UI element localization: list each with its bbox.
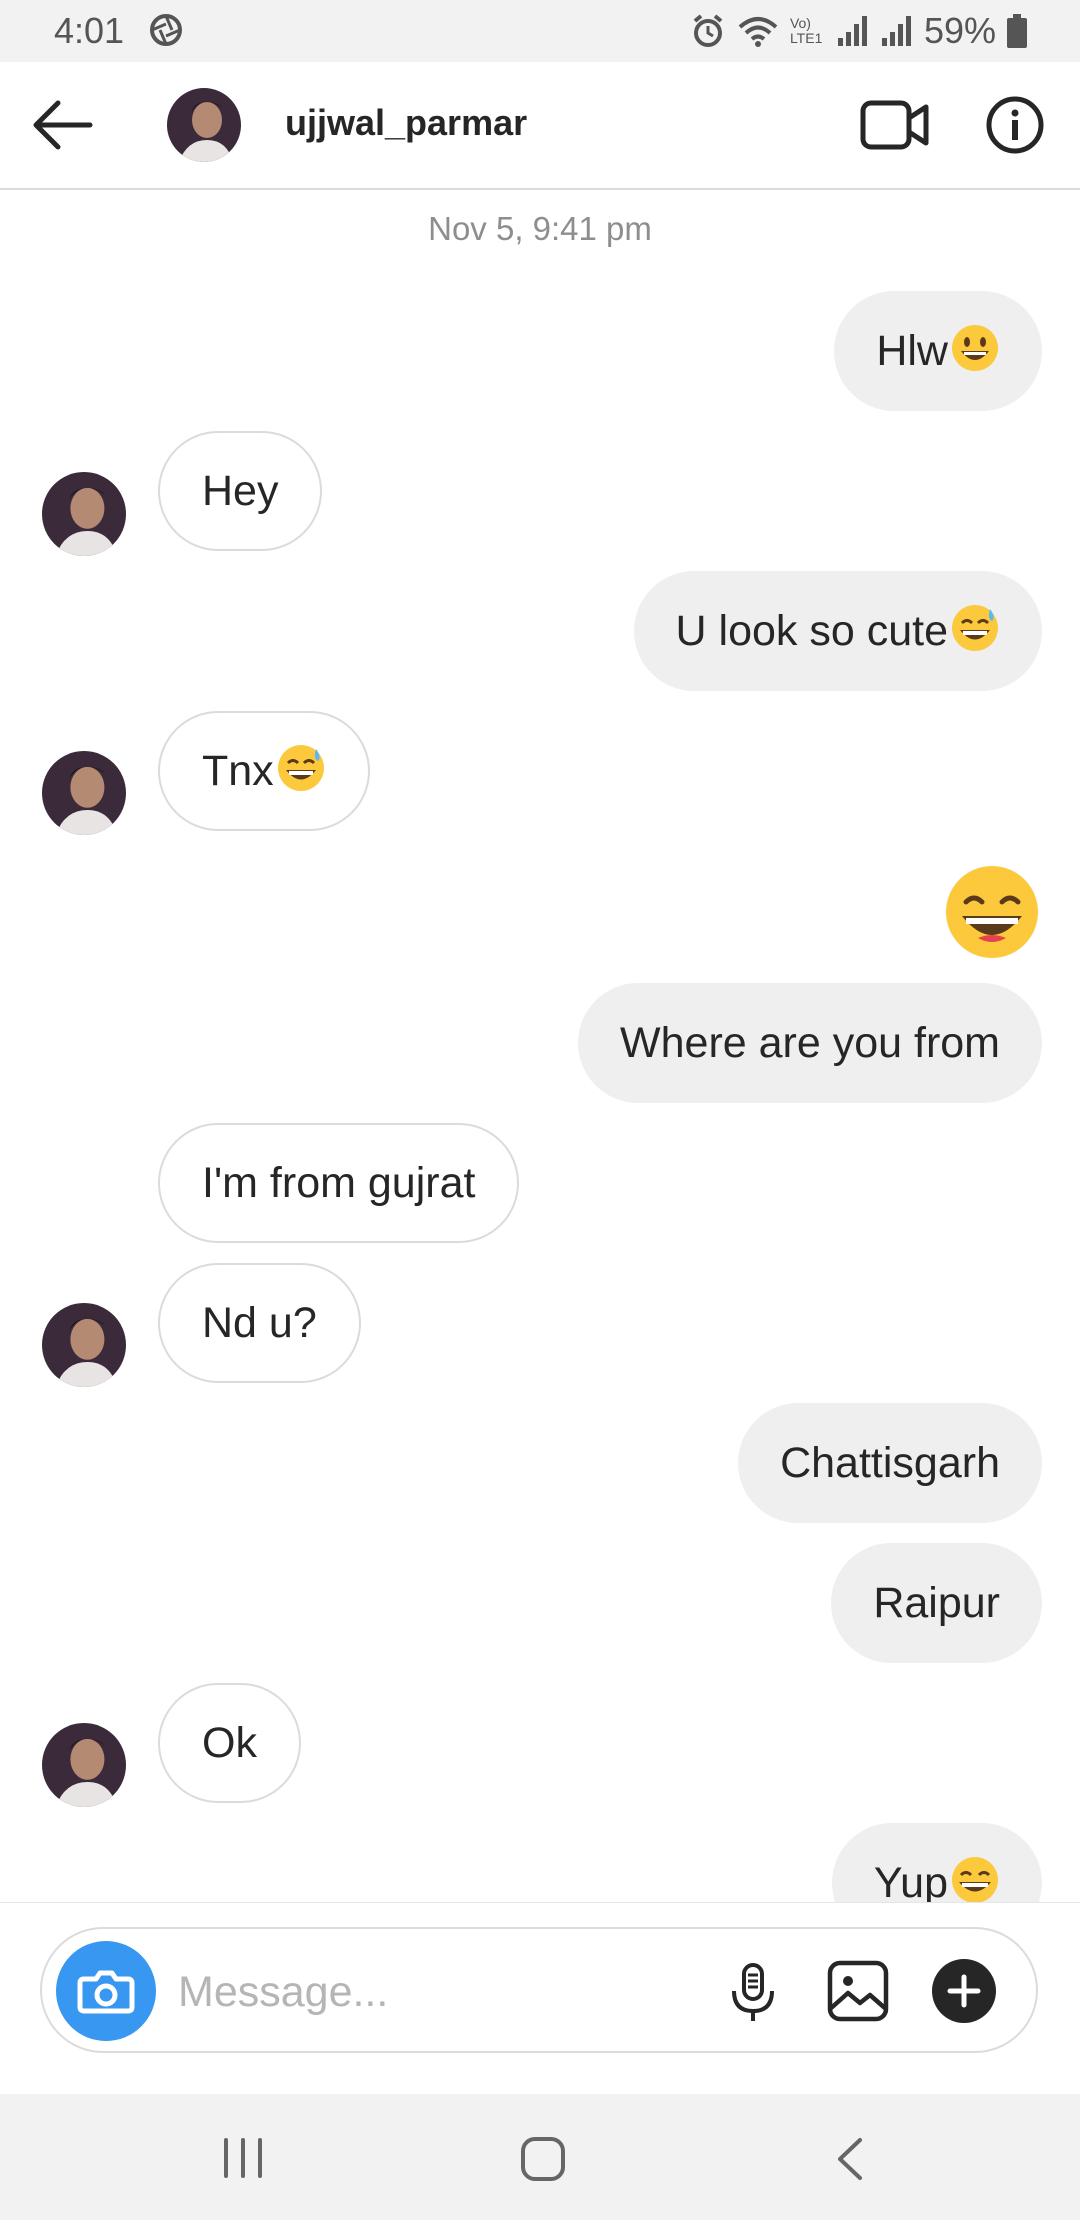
grinning-sweat-face-icon — [277, 745, 324, 791]
message-text: Nd u? — [202, 1299, 317, 1347]
message-text: Where are you from — [620, 1019, 1000, 1067]
status-icons: Vo) LTE1 59% — [690, 8, 1028, 54]
home-icon[interactable] — [518, 2134, 568, 2184]
message-input[interactable] — [176, 1953, 740, 2031]
received-message[interactable]: I'm from gujrat — [158, 1123, 520, 1243]
message-text: Chattisgarh — [780, 1439, 1000, 1487]
message-text: Ok — [202, 1719, 257, 1767]
aperture-icon — [150, 14, 182, 46]
plus-icon[interactable] — [930, 1957, 998, 2025]
video-call-icon[interactable] — [860, 98, 930, 152]
message-composer — [40, 1927, 1038, 2053]
received-message[interactable]: Nd u? — [158, 1263, 361, 1383]
received-message[interactable]: Tnx — [158, 711, 370, 831]
chat-username[interactable]: ujjwal_parmar — [285, 102, 527, 144]
profile-photo-icon — [42, 751, 126, 835]
message-thread[interactable]: Nov 5, 9:41 pm Hlw Hey U look so cute Tn… — [0, 190, 1080, 1902]
battery-percent: 59% — [923, 10, 996, 51]
sent-message[interactable]: Hlw — [834, 291, 1042, 411]
alarm-icon — [693, 14, 723, 47]
sent-message[interactable]: Where are you from — [578, 983, 1042, 1103]
received-message[interactable]: Hey — [158, 431, 323, 551]
profile-photo-icon — [42, 1723, 126, 1807]
gallery-icon[interactable] — [826, 1959, 890, 2023]
avatar[interactable] — [42, 751, 126, 835]
message-text: Yup — [873, 1859, 948, 1902]
status-time: 4:01 — [54, 10, 125, 51]
received-message[interactable]: Ok — [158, 1683, 301, 1803]
profile-photo-icon — [42, 472, 126, 556]
back-arrow-icon[interactable] — [28, 92, 98, 158]
system-back-icon[interactable] — [830, 2134, 870, 2184]
avatar[interactable] — [167, 88, 241, 162]
message-text: I'm from gujrat — [202, 1159, 476, 1207]
profile-photo-icon — [167, 88, 241, 162]
avatar[interactable] — [42, 472, 126, 556]
message-text: Hlw — [876, 327, 948, 375]
grinning-squinting-face-icon — [952, 1857, 998, 1902]
avatar[interactable] — [42, 1723, 126, 1807]
grinning-squinting-face-icon[interactable] — [944, 864, 1040, 960]
thread-timestamp: Nov 5, 9:41 pm — [428, 210, 652, 247]
sent-message[interactable]: Chattisgarh — [738, 1403, 1042, 1523]
sent-message[interactable]: U look so cute — [633, 571, 1042, 691]
grinning-sweat-face-icon — [952, 605, 998, 651]
system-navigation-bar — [0, 2094, 1080, 2220]
signal-icon-2 — [881, 16, 911, 46]
sent-message[interactable]: Yup — [831, 1823, 1042, 1902]
grinning-face-icon — [952, 325, 998, 371]
avatar[interactable] — [42, 1303, 126, 1387]
info-icon[interactable] — [985, 95, 1045, 155]
wifi-icon — [738, 17, 778, 47]
camera-button[interactable] — [56, 1941, 156, 2041]
chat-header: ujjwal_parmar — [0, 62, 1080, 190]
camera-icon — [77, 1970, 135, 2014]
message-text: Tnx — [202, 747, 274, 795]
battery-icon — [1007, 14, 1027, 48]
composer-area — [0, 1902, 1080, 2095]
message-text: Raipur — [873, 1579, 1000, 1627]
network-label: Vo) LTE1 — [789, 15, 823, 46]
status-bar: 4:01 Vo) LTE1 59% — [0, 0, 1080, 62]
message-text: U look so cute — [675, 607, 948, 655]
message-text: Hey — [202, 467, 279, 515]
microphone-icon[interactable] — [720, 1959, 786, 2025]
recents-icon[interactable] — [218, 2136, 268, 2180]
profile-photo-icon — [42, 1303, 126, 1387]
signal-icon — [837, 16, 867, 46]
sent-message[interactable]: Raipur — [831, 1543, 1042, 1663]
